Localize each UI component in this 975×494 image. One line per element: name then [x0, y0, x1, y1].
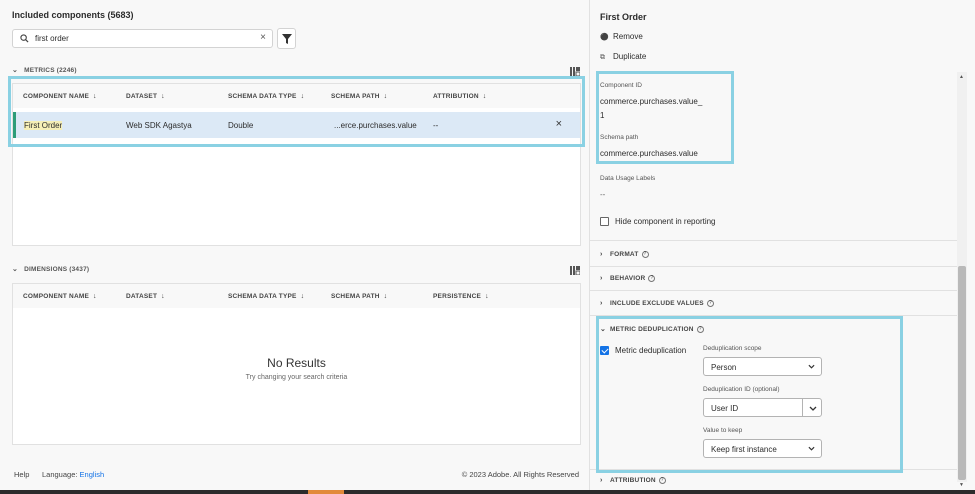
highlight-box-deduplication	[596, 316, 903, 473]
hide-component-checkbox[interactable]	[600, 217, 609, 226]
filter-button[interactable]	[277, 28, 296, 49]
clear-search-icon[interactable]: ×	[260, 32, 266, 43]
help-icon: ?	[648, 275, 656, 282]
col-schema-data-type[interactable]: SCHEMA DATA TYPE ↓	[228, 293, 304, 300]
behavior-section-toggle[interactable]: › BEHAVIOR?	[600, 275, 656, 283]
col-component-name[interactable]: COMPONENT NAME ↓	[23, 293, 97, 300]
highlight-box-component-id	[596, 71, 734, 164]
panel-title: Included components (5683)	[12, 10, 134, 20]
sort-arrow-icon: ↓	[485, 293, 489, 300]
chevron-right-icon: ›	[600, 300, 603, 308]
col-schema-path[interactable]: SCHEMA PATH ↓	[331, 293, 387, 300]
dimensions-heading: DIMENSIONS (3437)	[24, 266, 90, 273]
scroll-up-icon[interactable]: ▲	[959, 74, 964, 80]
language-selector: Language: English	[42, 470, 105, 479]
highlight-box-metric-row	[8, 76, 585, 147]
help-link[interactable]: Help	[14, 470, 29, 479]
scrollbar-thumb[interactable]	[958, 266, 966, 480]
taskbar-strip	[0, 490, 975, 494]
duplicate-button[interactable]: ⧉ Duplicate	[600, 52, 646, 62]
help-icon: ?	[706, 300, 714, 307]
remove-button[interactable]: ⚫ Remove	[600, 32, 643, 41]
filter-icon	[282, 34, 292, 44]
language-link[interactable]: English	[80, 470, 105, 479]
chevron-right-icon: ›	[600, 275, 603, 283]
sort-arrow-icon: ↓	[93, 293, 97, 300]
help-icon: ?	[641, 251, 649, 258]
sort-arrow-icon: ↓	[383, 293, 388, 300]
chevron-down-icon: ⌄	[12, 266, 19, 273]
empty-subtitle: Try changing your search criteria	[245, 374, 348, 381]
help-icon: ?	[658, 477, 666, 484]
taskbar-active-indicator	[308, 490, 344, 494]
data-usage-labels-label: Data Usage Labels	[600, 175, 656, 182]
data-usage-labels-value: --	[600, 190, 606, 199]
format-section-toggle[interactable]: › FORMAT?	[600, 251, 649, 258]
component-title: First Order	[600, 12, 647, 22]
col-persistence[interactable]: PERSISTENCE ↓	[433, 293, 489, 300]
scroll-down-icon[interactable]: ▼	[959, 482, 964, 488]
empty-title: No Results	[267, 356, 326, 370]
components-panel: Included components (5683) first order ×…	[0, 0, 590, 494]
dimensions-table: COMPONENT NAME ↓ DATASET ↓ SCHEMA DATA TYP…	[12, 283, 581, 445]
dimensions-section-toggle[interactable]: ⌄ DIMENSIONS (3437)	[12, 265, 89, 273]
col-dataset[interactable]: DATASET ↓	[126, 293, 165, 300]
duplicate-icon: ⧉	[600, 54, 605, 61]
search-icon	[20, 34, 29, 43]
copyright: © 2023 Adobe. All Rights Reserved	[461, 470, 579, 479]
include-exclude-section-toggle[interactable]: › INCLUDE EXCLUDE VALUES?	[600, 300, 714, 307]
chevron-right-icon: ›	[600, 477, 603, 485]
divider	[590, 290, 962, 291]
chevron-down-icon: ⌄	[12, 67, 19, 74]
metrics-heading: METRICS (2246)	[24, 67, 77, 74]
sort-arrow-icon: ↓	[161, 293, 165, 300]
chevron-right-icon: ›	[600, 251, 603, 259]
footer: Help Language: English © 2023 Adobe. All…	[0, 458, 589, 490]
search-value: first order	[35, 34, 69, 43]
remove-icon: ⚫	[600, 34, 609, 41]
hide-component-label: Hide component in reporting	[615, 217, 716, 226]
divider	[590, 266, 962, 267]
search-input[interactable]: first order ×	[12, 29, 273, 48]
sort-arrow-icon: ↓	[300, 293, 305, 300]
attribution-section-toggle[interactable]: › ATTRIBUTION?	[600, 477, 666, 484]
empty-state: No Results Try changing your search crit…	[13, 356, 580, 381]
column-settings-icon[interactable]	[570, 67, 580, 76]
metrics-section-toggle[interactable]: ⌄ METRICS (2246)	[12, 66, 77, 74]
column-settings-icon[interactable]	[570, 266, 580, 275]
dimensions-table-header: COMPONENT NAME ↓ DATASET ↓ SCHEMA DATA TYP…	[13, 284, 580, 308]
divider	[590, 240, 962, 241]
